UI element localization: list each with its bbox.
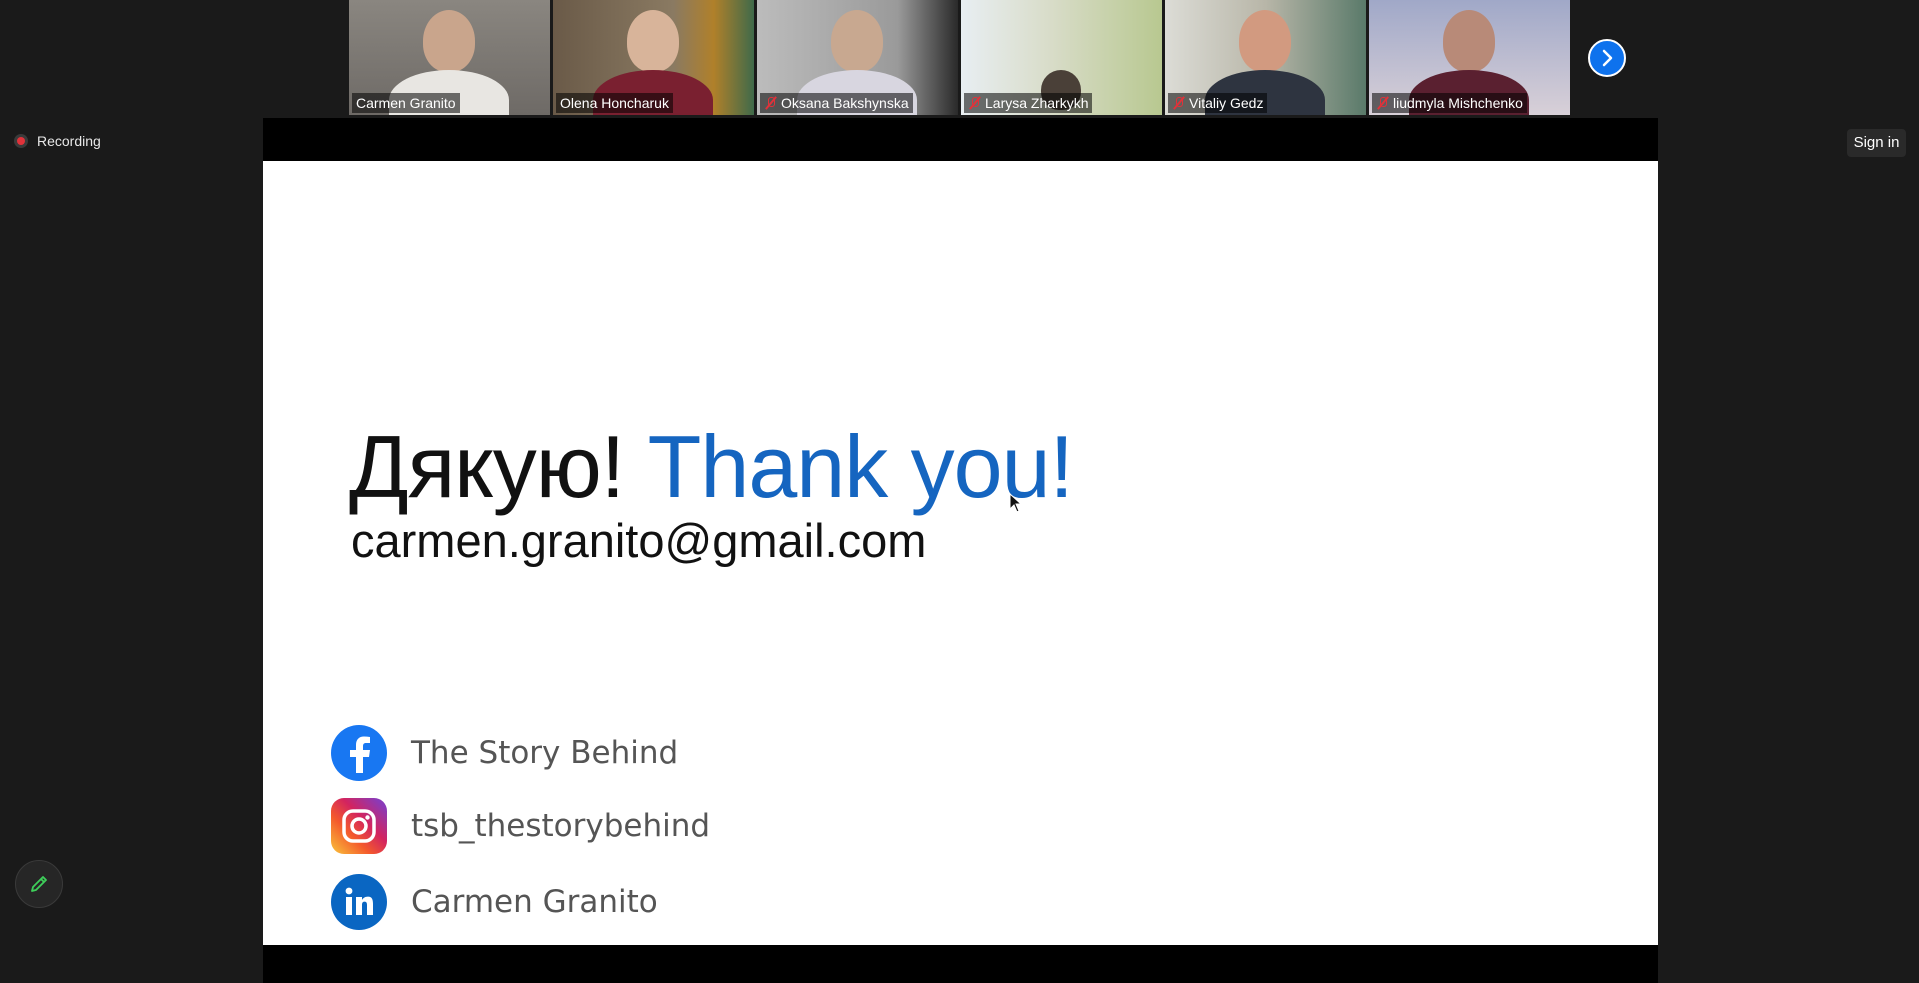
headline-ukrainian: Дякую! bbox=[349, 417, 625, 516]
social-instagram: tsb_thestorybehind bbox=[331, 798, 710, 854]
facebook-label: The Story Behind bbox=[411, 735, 679, 771]
recording-indicator[interactable]: Recording bbox=[14, 133, 101, 149]
sign-in-button[interactable]: Sign in bbox=[1847, 129, 1906, 157]
participant-name: Vitaliy Gedz bbox=[1168, 93, 1268, 113]
shared-screen: Дякую! Thank you! carmen.granito@gmail.c… bbox=[263, 118, 1658, 983]
participant-name: Olena Honcharuk bbox=[556, 93, 673, 113]
social-facebook: The Story Behind bbox=[331, 725, 678, 781]
record-icon bbox=[14, 134, 28, 148]
facebook-icon bbox=[331, 725, 387, 781]
participant-name: Carmen Granito bbox=[352, 93, 460, 113]
mic-muted-icon bbox=[764, 96, 777, 110]
participant-tile[interactable]: liudmyla Mishchenko bbox=[1369, 0, 1570, 115]
mic-muted-icon bbox=[1172, 96, 1185, 110]
annotate-button[interactable] bbox=[15, 860, 63, 908]
recording-label: Recording bbox=[37, 133, 101, 149]
pencil-icon bbox=[31, 876, 47, 892]
participant-tile[interactable]: Larysa Zharkykh bbox=[961, 0, 1162, 115]
mic-muted-icon bbox=[968, 96, 981, 110]
instagram-label: tsb_thestorybehind bbox=[411, 808, 711, 844]
linkedin-icon bbox=[331, 874, 387, 930]
slide-headline: Дякую! Thank you! bbox=[349, 416, 1074, 518]
participant-tile[interactable]: Oksana Bakshynska bbox=[757, 0, 958, 115]
instagram-icon bbox=[331, 798, 387, 854]
presentation-slide: Дякую! Thank you! carmen.granito@gmail.c… bbox=[263, 161, 1658, 945]
next-participants-button[interactable] bbox=[1588, 39, 1626, 77]
participant-name: Oksana Bakshynska bbox=[760, 93, 913, 113]
mic-muted-icon bbox=[1376, 96, 1389, 110]
contact-email: carmen.granito@gmail.com bbox=[351, 514, 927, 567]
participant-strip: Carmen Granito Olena Honcharuk Oksana Ba… bbox=[349, 0, 1570, 116]
mouse-cursor-icon bbox=[1009, 493, 1023, 513]
participant-name: liudmyla Mishchenko bbox=[1372, 93, 1527, 113]
participant-tile[interactable]: Vitaliy Gedz bbox=[1165, 0, 1366, 115]
social-linkedin: Carmen Granito bbox=[331, 874, 658, 930]
participant-tile[interactable]: Carmen Granito bbox=[349, 0, 550, 115]
linkedin-label: Carmen Granito bbox=[411, 884, 658, 920]
chevron-right-icon bbox=[1602, 49, 1613, 67]
participant-name: Larysa Zharkykh bbox=[964, 93, 1093, 113]
participant-tile-active[interactable]: Olena Honcharuk bbox=[553, 0, 754, 115]
